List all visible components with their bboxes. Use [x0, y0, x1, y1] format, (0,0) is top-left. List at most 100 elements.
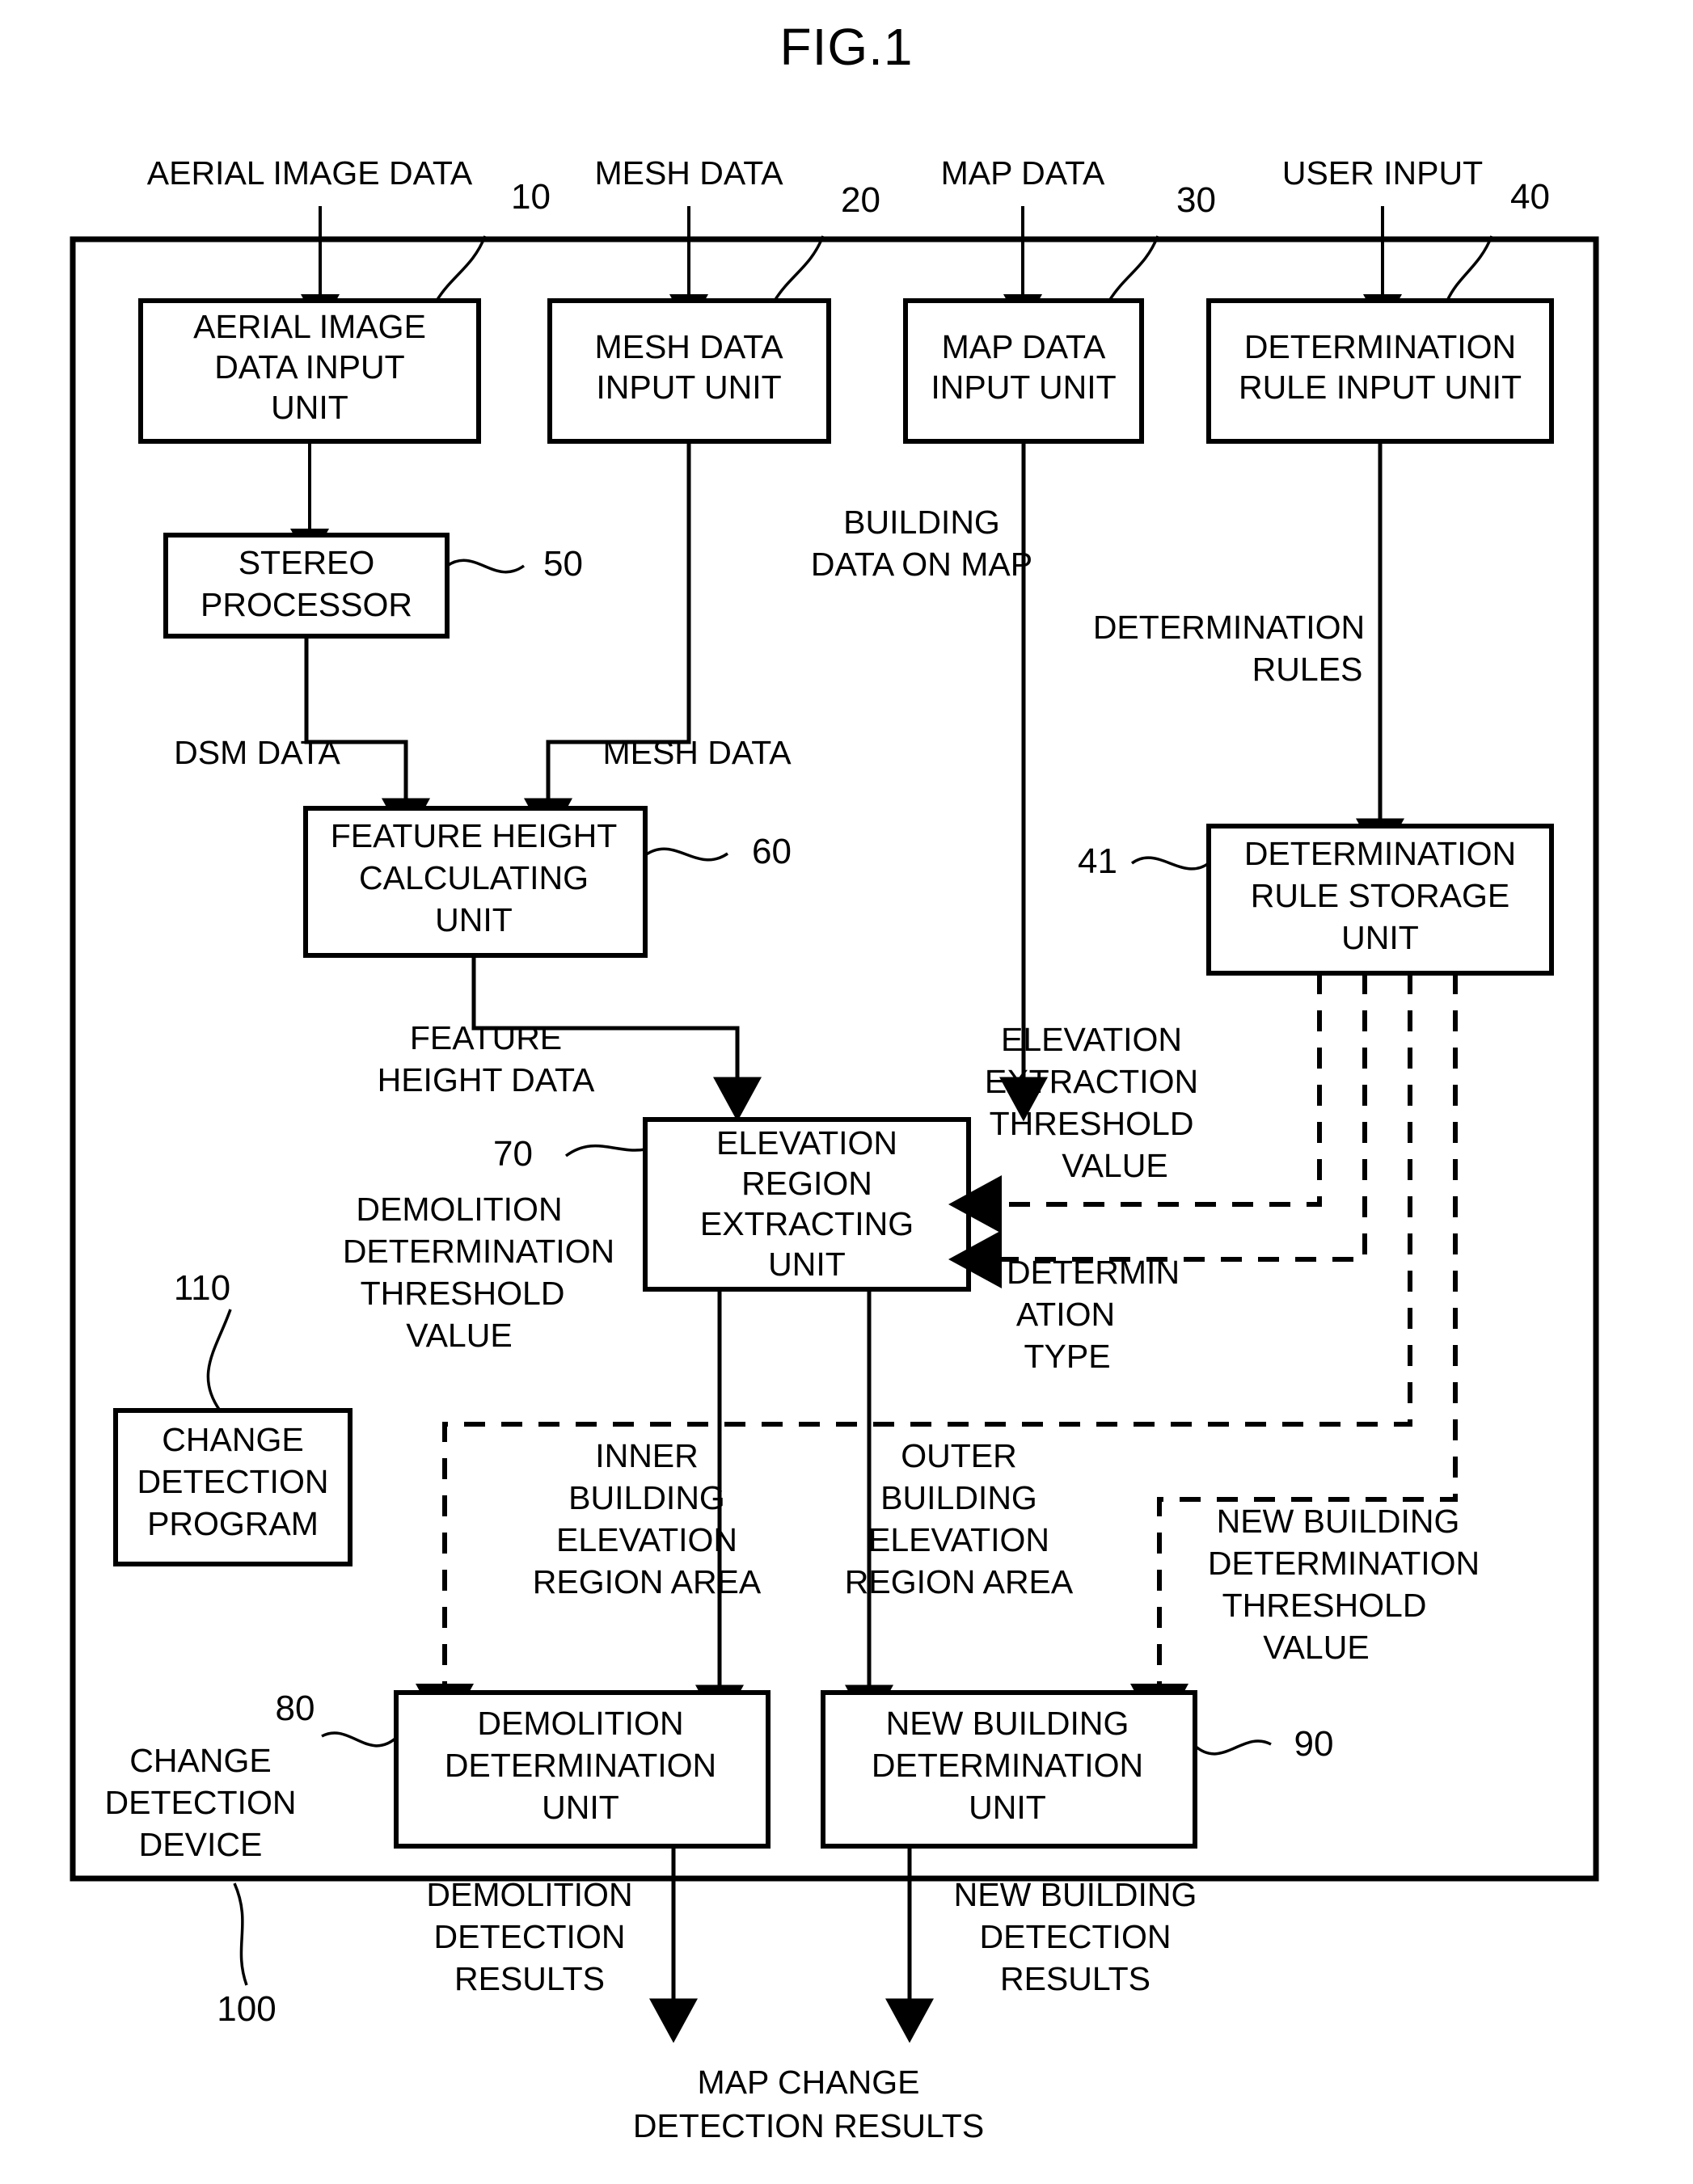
elevation-region-extracting-unit-line-1: ELEVATION	[716, 1124, 897, 1162]
label-inner-building-area-line-4: REGION AREA	[533, 1563, 762, 1600]
demolition-determination-unit-line-1: DEMOLITION	[477, 1705, 683, 1742]
label-new-building-threshold-line-4: VALUE	[1263, 1629, 1369, 1666]
ref-number-30: 30	[1176, 180, 1216, 220]
label-outer-building-area-line-3: ELEVATION	[868, 1521, 1049, 1558]
leader-70	[564, 1144, 646, 1157]
ref-number-20: 20	[841, 180, 880, 220]
label-demolition-detection-results-line-1: DEMOLITION	[426, 1876, 632, 1913]
ref-number-60: 60	[752, 832, 792, 871]
input-label-aerial-image-data: AERIAL IMAGE DATA	[147, 154, 473, 192]
label-inner-building-area-line-2: BUILDING	[568, 1479, 725, 1516]
device-label-line-1: CHANGE	[129, 1742, 271, 1779]
leader-30	[1108, 235, 1159, 301]
label-demolition-determination-threshold-line-2: DETERMINATION	[343, 1233, 614, 1270]
new-building-determination-unit-line-3: UNIT	[969, 1789, 1046, 1826]
ref-number-10: 10	[511, 177, 551, 217]
label-elevation-extraction-threshold-line-4: VALUE	[1062, 1147, 1167, 1184]
dashed-new-building-determination-threshold-value	[1130, 973, 1458, 1737]
aerial-image-data-input-unit-line-3: UNIT	[271, 389, 348, 426]
determination-rule-input-unit-line-1: DETERMINATION	[1244, 328, 1516, 365]
determination-rule-input-unit-box: DETERMINATION RULE INPUT UNIT	[1206, 298, 1554, 444]
label-determination-type-line-2: ATION	[1016, 1296, 1115, 1333]
leader-10	[435, 235, 487, 301]
feature-height-calculating-unit-line-2: CALCULATING	[359, 859, 589, 896]
ref-number-41: 41	[1078, 841, 1117, 881]
leader-41	[1130, 856, 1210, 871]
label-new-building-detection-results-line-2: DETECTION	[980, 1918, 1172, 1955]
stereo-processor-line-2: PROCESSOR	[201, 586, 412, 623]
label-demolition-determination-threshold-line-1: DEMOLITION	[356, 1191, 562, 1228]
leader-90	[1193, 1739, 1272, 1756]
device-label-line-3: DEVICE	[139, 1826, 263, 1863]
label-building-data-on-map-line-2: DATA ON MAP	[811, 546, 1032, 583]
change-detection-program-line-2: DETECTION	[137, 1463, 329, 1500]
input-label-map-data: MAP DATA	[941, 154, 1105, 192]
label-elevation-extraction-threshold-line-2: EXTRACTION	[985, 1063, 1198, 1100]
label-elevation-extraction-threshold-line-3: THRESHOLD	[990, 1105, 1194, 1142]
demolition-determination-unit-box: DEMOLITION DETERMINATION UNIT	[394, 1690, 771, 1849]
stereo-processor-line-1: STEREO	[239, 544, 375, 581]
demolition-determination-unit-line-3: UNIT	[542, 1789, 619, 1826]
stereo-processor-box: STEREO PROCESSOR	[163, 533, 450, 639]
block-diagram: FIG.1 AERIAL IMAGE DATA MESH DATA MAP DA…	[70, 18, 1599, 2144]
label-new-building-threshold-line-2: DETERMINATION	[1208, 1545, 1480, 1582]
change-detection-program-line-1: CHANGE	[162, 1421, 303, 1458]
ref-number-100: 100	[217, 1989, 276, 2029]
map-data-input-unit-line-2: INPUT UNIT	[931, 369, 1116, 406]
label-demolition-determination-threshold-line-3: THRESHOLD	[361, 1275, 565, 1312]
feature-height-calculating-unit-line-3: UNIT	[435, 901, 513, 938]
device-label-line-2: DETECTION	[105, 1784, 297, 1821]
figure-title: FIG.1	[779, 18, 913, 76]
label-new-building-threshold-line-3: THRESHOLD	[1222, 1587, 1427, 1624]
new-building-determination-unit-box: NEW BUILDING DETERMINATION UNIT	[821, 1690, 1197, 1849]
determination-rule-storage-unit-line-1: DETERMINATION	[1244, 835, 1516, 872]
label-feature-height-data-line-1: FEATURE	[410, 1019, 562, 1056]
change-detection-program-line-3: PROGRAM	[147, 1505, 319, 1542]
determination-rule-storage-unit-box: DETERMINATION RULE STORAGE UNIT	[1206, 824, 1554, 976]
label-determination-type-line-1: DETERMIN	[1007, 1254, 1180, 1291]
elevation-region-extracting-unit-box: ELEVATION REGION EXTRACTING UNIT	[643, 1117, 971, 1292]
ref-number-40: 40	[1510, 177, 1550, 217]
feature-height-calculating-unit-line-1: FEATURE HEIGHT	[331, 817, 618, 854]
elevation-region-extracting-unit-line-4: UNIT	[768, 1246, 846, 1283]
ref-number-90: 90	[1294, 1724, 1334, 1764]
leader-50	[446, 559, 526, 574]
label-new-building-detection-results-line-3: RESULTS	[1000, 1960, 1150, 1997]
label-inner-building-area-line-3: ELEVATION	[556, 1521, 737, 1558]
leader-100	[233, 1883, 248, 1986]
map-data-input-unit-box: MAP DATA INPUT UNIT	[903, 298, 1144, 444]
label-inner-building-area-line-1: INNER	[595, 1437, 699, 1474]
leader-80	[321, 1731, 398, 1748]
new-building-determination-unit-line-1: NEW BUILDING	[886, 1705, 1129, 1742]
label-demolition-detection-results-line-2: DETECTION	[434, 1918, 626, 1955]
patent-figure-page: FIG.1 AERIAL IMAGE DATA MESH DATA MAP DA…	[0, 0, 1693, 2184]
feature-height-calculating-unit-box: FEATURE HEIGHT CALCULATING UNIT	[303, 806, 648, 958]
ref-number-70: 70	[493, 1134, 533, 1174]
label-demolition-detection-results-line-3: RESULTS	[454, 1960, 605, 1997]
determination-rule-input-unit-line-2: RULE INPUT UNIT	[1239, 369, 1522, 406]
label-map-change-detection-results-line-1: MAP CHANGE	[698, 2064, 920, 2101]
determination-rule-storage-unit-line-3: UNIT	[1341, 919, 1419, 956]
leader-20	[773, 235, 825, 301]
label-outer-building-area-line-1: OUTER	[901, 1437, 1017, 1474]
leader-40	[1446, 235, 1493, 301]
label-demolition-determination-threshold-line-4: VALUE	[406, 1317, 512, 1354]
label-determination-rules-line-1: DETERMINATION	[1093, 609, 1365, 646]
input-label-mesh-data: MESH DATA	[594, 154, 783, 192]
leader-60	[644, 847, 728, 862]
label-elevation-extraction-threshold-line-1: ELEVATION	[1001, 1021, 1182, 1058]
elevation-region-extracting-unit-line-3: EXTRACTING	[700, 1205, 914, 1242]
mesh-data-input-unit-box: MESH DATA INPUT UNIT	[547, 298, 831, 444]
change-detection-program-box: CHANGE DETECTION PROGRAM	[113, 1408, 353, 1566]
label-mesh-data-flow: MESH DATA	[602, 734, 792, 771]
mesh-data-input-unit-line-1: MESH DATA	[594, 328, 783, 365]
new-building-determination-unit-line-2: DETERMINATION	[872, 1747, 1143, 1784]
ref-number-50: 50	[543, 544, 583, 584]
map-data-input-unit-line-1: MAP DATA	[942, 328, 1106, 365]
aerial-image-data-input-unit-box: AERIAL IMAGE DATA INPUT UNIT	[138, 298, 481, 444]
demolition-determination-unit-line-2: DETERMINATION	[445, 1747, 716, 1784]
label-map-change-detection-results-line-2: DETECTION RESULTS	[633, 2107, 984, 2144]
path-dsm-data	[304, 636, 430, 843]
ref-number-110: 110	[174, 1268, 230, 1308]
label-feature-height-data-line-2: HEIGHT DATA	[378, 1061, 595, 1098]
